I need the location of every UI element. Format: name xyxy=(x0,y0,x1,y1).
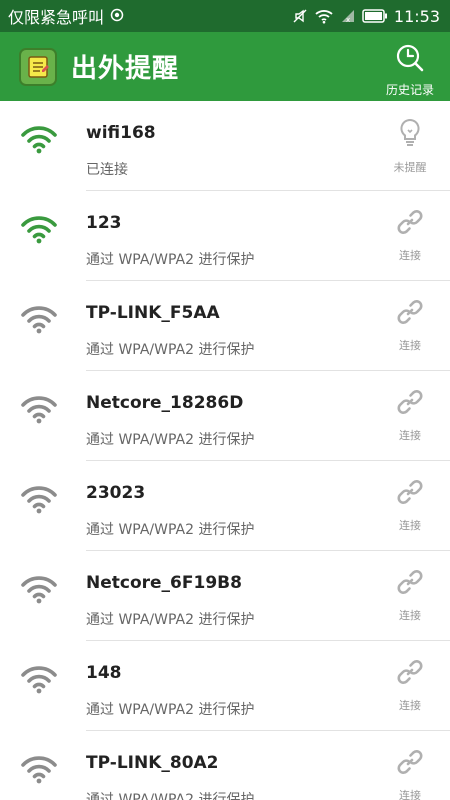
wifi-signal-icon xyxy=(20,483,58,519)
row-action-label: 连接 xyxy=(399,429,421,442)
link-icon xyxy=(395,207,425,241)
network-name: 123 xyxy=(86,213,122,233)
network-name: TP-LINK_80A2 xyxy=(86,753,219,773)
wifi-signal-icon xyxy=(20,573,58,609)
link-icon xyxy=(395,477,425,511)
row-action-label: 连接 xyxy=(399,789,421,800)
network-name: TP-LINK_F5AA xyxy=(86,303,220,323)
mute-icon xyxy=(292,8,308,24)
link-icon xyxy=(395,567,425,601)
network-status: 通过 WPA/WPA2 进行保护 xyxy=(86,702,255,718)
row-action-label: 连接 xyxy=(399,609,421,622)
row-action-label: 连接 xyxy=(399,249,421,262)
wifi-icon xyxy=(314,8,334,24)
row-action-button[interactable]: 连接 xyxy=(390,207,430,263)
link-icon xyxy=(395,297,425,331)
network-status: 通过 WPA/WPA2 进行保护 xyxy=(86,522,255,538)
lightbulb-icon xyxy=(397,117,423,153)
carrier-text: 仅限紧急呼叫 xyxy=(8,8,105,27)
list-item[interactable]: 148 通过 WPA/WPA2 进行保护 连接 xyxy=(0,641,450,731)
wifi-list: wifi168 已连接 未提醒 123 通过 WPA/WPA2 进行保护 连接 … xyxy=(0,101,450,800)
network-status: 通过 WPA/WPA2 进行保护 xyxy=(86,342,255,358)
network-name: 148 xyxy=(86,663,122,683)
list-item[interactable]: TP-LINK_80A2 通过 WPA/WPA2 进行保护 连接 xyxy=(0,731,450,800)
network-status: 已连接 xyxy=(86,162,128,178)
network-status: 通过 WPA/WPA2 进行保护 xyxy=(86,432,255,448)
wifi-signal-icon xyxy=(20,393,58,429)
list-item[interactable]: Netcore_18286D 通过 WPA/WPA2 进行保护 连接 xyxy=(0,371,450,461)
location-icon xyxy=(110,7,124,26)
network-name: wifi168 xyxy=(86,123,156,143)
svg-text:x: x xyxy=(346,16,350,24)
row-action-button[interactable]: 连接 xyxy=(390,477,430,533)
page-title: 出外提醒 xyxy=(71,54,180,84)
battery-icon xyxy=(362,9,388,23)
wifi-signal-icon xyxy=(20,753,58,789)
wifi-signal-icon xyxy=(20,663,58,699)
status-left: 仅限紧急呼叫 xyxy=(8,4,124,28)
row-action-label: 连接 xyxy=(399,519,421,532)
app-bar: 出外提醒 历史记录 xyxy=(0,32,450,101)
row-action-label: 连接 xyxy=(399,339,421,352)
list-item[interactable]: TP-LINK_F5AA 通过 WPA/WPA2 进行保护 连接 xyxy=(0,281,450,371)
signal-icon: x xyxy=(340,8,356,24)
wifi-signal-icon xyxy=(20,303,58,339)
clock-time: 11:53 xyxy=(393,6,440,26)
history-button[interactable]: 历史记录 xyxy=(384,42,436,98)
list-item[interactable]: Netcore_6F19B8 通过 WPA/WPA2 进行保护 连接 xyxy=(0,551,450,641)
row-action-button[interactable]: 连接 xyxy=(390,387,430,443)
network-name: 23023 xyxy=(86,483,146,503)
wifi-signal-icon xyxy=(20,213,58,249)
network-name: Netcore_18286D xyxy=(86,393,244,413)
list-item[interactable]: wifi168 已连接 未提醒 xyxy=(0,101,450,191)
row-action-button[interactable]: 连接 xyxy=(390,567,430,623)
row-action-button[interactable]: 未提醒 xyxy=(390,117,430,175)
link-icon xyxy=(395,657,425,691)
network-status: 通过 WPA/WPA2 进行保护 xyxy=(86,612,255,628)
status-bar: 仅限紧急呼叫 x 11:53 xyxy=(0,0,450,32)
list-item[interactable]: 123 通过 WPA/WPA2 进行保护 连接 xyxy=(0,191,450,281)
row-action-label: 连接 xyxy=(399,699,421,712)
network-name: Netcore_6F19B8 xyxy=(86,573,242,593)
row-action-label: 未提醒 xyxy=(393,161,427,174)
status-right: x 11:53 xyxy=(292,7,440,26)
history-clock-icon xyxy=(394,42,426,78)
row-action-button[interactable]: 连接 xyxy=(390,297,430,353)
notepad-icon xyxy=(19,47,57,86)
wifi-signal-icon xyxy=(20,123,58,159)
link-icon xyxy=(395,747,425,781)
list-item[interactable]: 23023 通过 WPA/WPA2 进行保护 连接 xyxy=(0,461,450,551)
row-action-button[interactable]: 连接 xyxy=(390,657,430,713)
history-label: 历史记录 xyxy=(385,83,434,97)
network-status: 通过 WPA/WPA2 进行保护 xyxy=(86,252,255,268)
network-status: 通过 WPA/WPA2 进行保护 xyxy=(86,792,255,800)
link-icon xyxy=(395,387,425,421)
row-action-button[interactable]: 连接 xyxy=(390,747,430,800)
